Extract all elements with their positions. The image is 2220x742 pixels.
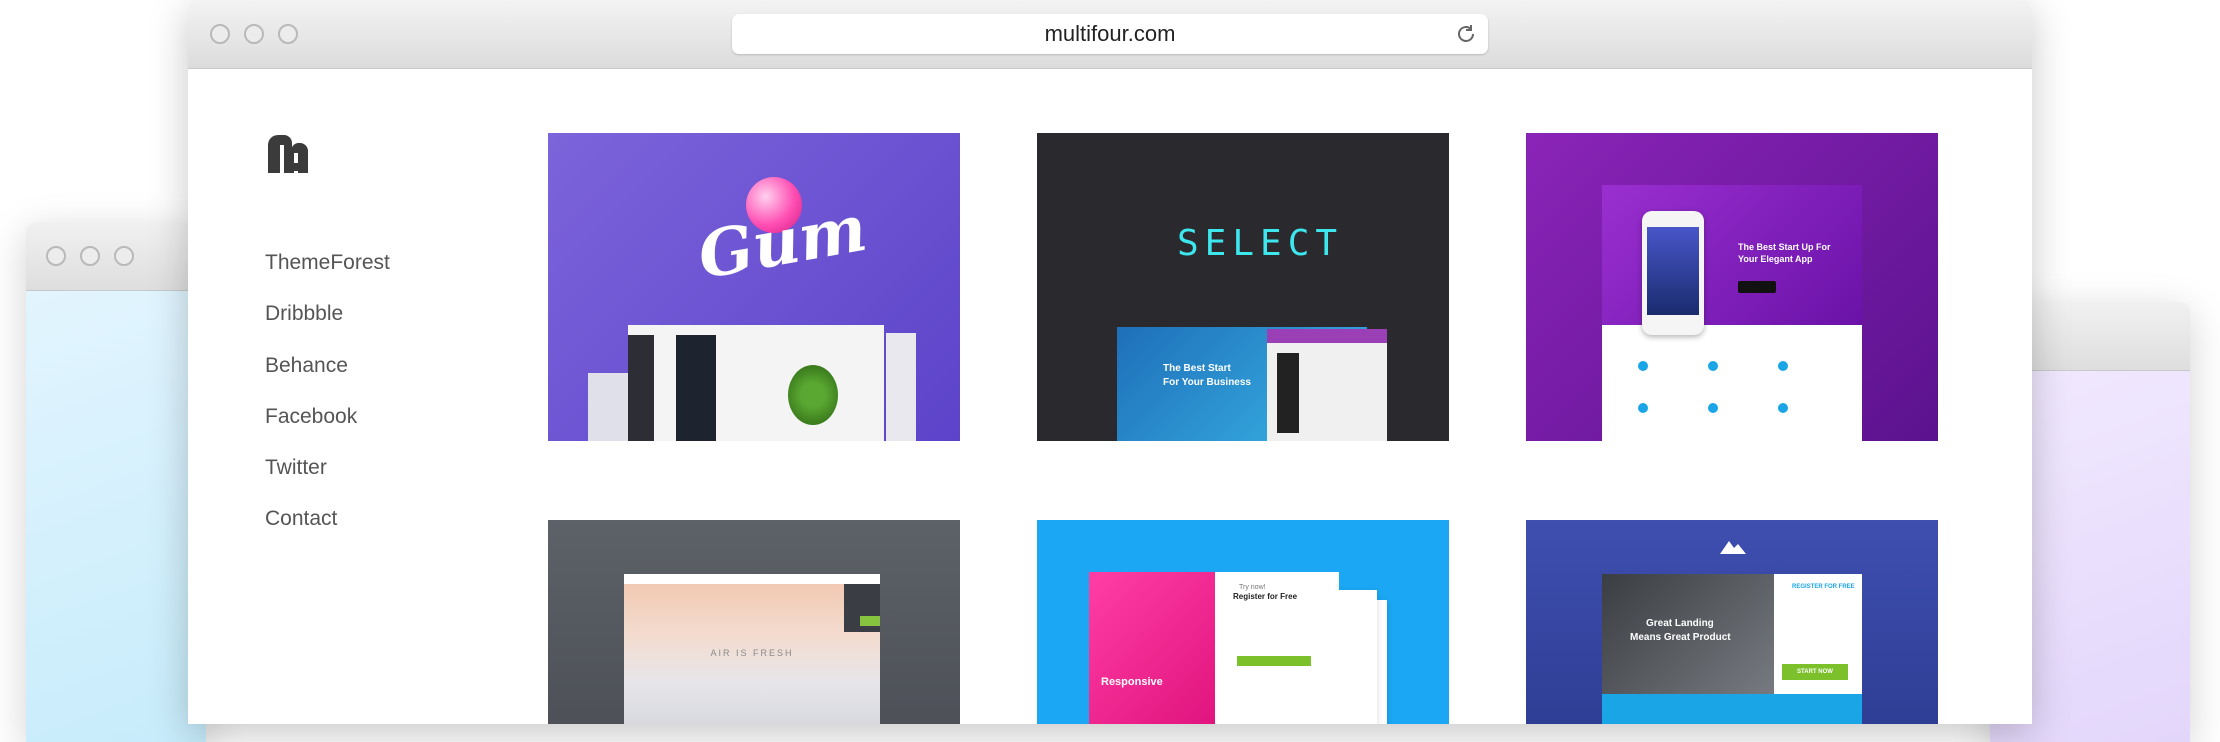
- portfolio-card-select[interactable]: SELECT The Best Start For Your Business: [1037, 133, 1449, 441]
- mockup-screenshot: Great Landing Means Great Product REGIST…: [1602, 574, 1862, 724]
- close-dot-icon[interactable]: [210, 24, 230, 44]
- zoom-dot-icon[interactable]: [278, 24, 298, 44]
- nav-item-facebook[interactable]: Facebook: [265, 403, 390, 454]
- background-window-titlebar: [26, 222, 206, 291]
- mockup-caption: AIR IS FRESH: [710, 648, 794, 658]
- app-store-badge-icon: [1738, 281, 1776, 293]
- mockup-panel: [1267, 329, 1387, 441]
- mockup-form-title: Register for Free: [1233, 592, 1298, 601]
- mountain-icon: [1720, 541, 1746, 554]
- mockup-screenshot: Responsive Try now! Register for Free: [1089, 572, 1339, 724]
- page-content: ThemeForest Dribbble Behance Facebook Tw…: [188, 69, 2032, 724]
- portfolio-card-gum[interactable]: Gum: [548, 133, 960, 441]
- zoom-dot-icon: [114, 246, 134, 266]
- mockup-headline: Means Great Product: [1630, 632, 1731, 643]
- mockup-form-title: REGISTER FOR FREE: [1792, 584, 1855, 590]
- portfolio-card-landing[interactable]: Great Landing Means Great Product REGIST…: [1526, 520, 1938, 724]
- reload-icon[interactable]: [1454, 22, 1478, 46]
- nav-item-contact[interactable]: Contact: [265, 505, 390, 556]
- background-window-left: [26, 222, 206, 742]
- mockup-pretitle: Try now!: [1239, 584, 1266, 591]
- mockup-headline: Great Landing: [1646, 618, 1714, 629]
- nav-item-dribbble[interactable]: Dribbble: [265, 300, 390, 351]
- portfolio-card-register[interactable]: Responsive Try now! Register for Free: [1037, 520, 1449, 724]
- mockup-label: Responsive: [1101, 676, 1163, 688]
- card-title: Gum: [692, 190, 873, 295]
- mockup-headline: The Best Start Up For Your Elegant App: [1738, 242, 1831, 264]
- mockup-screenshot: [628, 325, 884, 441]
- minimize-dot-icon: [80, 246, 100, 266]
- portfolio-card-app[interactable]: The Best Start Up For Your Elegant App: [1526, 133, 1938, 441]
- mockup-screenshot: The Best Start Up For Your Elegant App: [1602, 185, 1862, 441]
- portfolio-card-airisfresh[interactable]: AIR IS FRESH: [548, 520, 960, 724]
- browser-titlebar: multifour.com: [188, 0, 2032, 69]
- nav-item-twitter[interactable]: Twitter: [265, 454, 390, 505]
- browser-window: multifour.com ThemeForest Dribbble Behan…: [188, 0, 2032, 724]
- mockup-tagline: For Your Business: [1163, 377, 1251, 388]
- mockup-screenshot: AIR IS FRESH: [624, 574, 880, 724]
- close-dot-icon: [46, 246, 66, 266]
- mockup-tagline: The Best Start: [1163, 363, 1231, 374]
- minimize-dot-icon[interactable]: [244, 24, 264, 44]
- sidebar-nav: ThemeForest Dribbble Behance Facebook Tw…: [265, 249, 390, 557]
- address-bar[interactable]: multifour.com: [732, 14, 1488, 54]
- multifour-logo-icon[interactable]: [264, 131, 310, 177]
- nav-item-themeforest[interactable]: ThemeForest: [265, 249, 390, 300]
- url-text: multifour.com: [1044, 21, 1176, 46]
- nav-item-behance[interactable]: Behance: [265, 352, 390, 403]
- mockup-cta-button: START NOW: [1782, 664, 1848, 680]
- card-title: SELECT: [1177, 223, 1344, 264]
